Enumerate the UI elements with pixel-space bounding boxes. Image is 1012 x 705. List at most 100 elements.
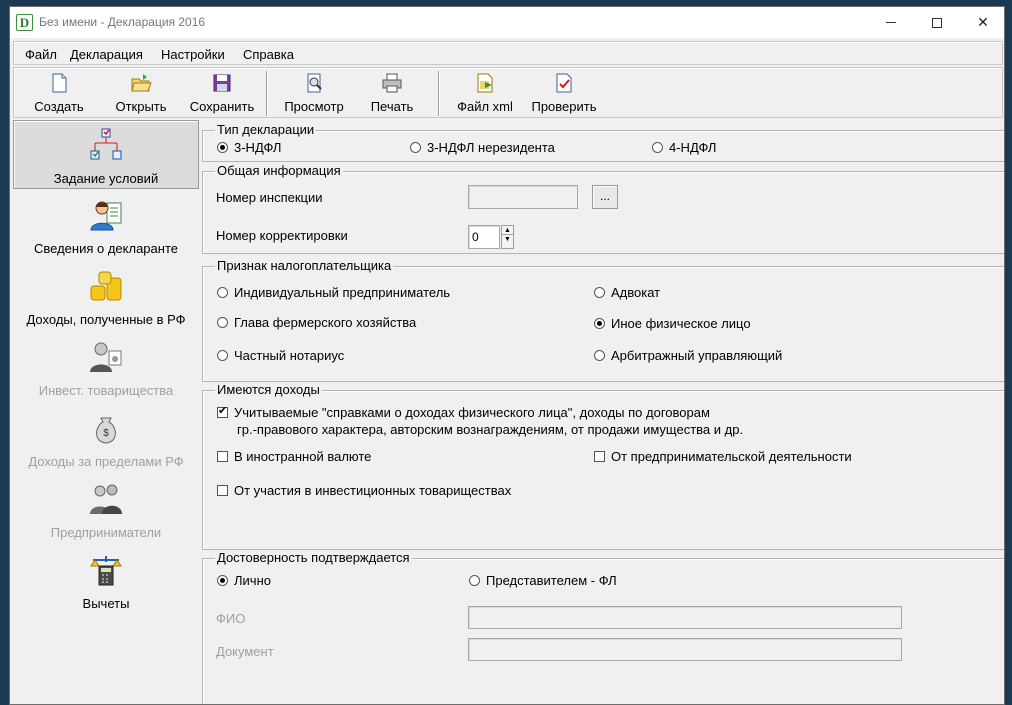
print-label: Печать: [370, 99, 414, 114]
checkbox-foreign-currency[interactable]: В иностранной валюте: [217, 449, 371, 464]
radio-3ndfl-nonresident[interactable]: 3-НДФЛ нерезидента: [410, 140, 555, 155]
toolbar-separator: [438, 71, 440, 116]
sidebar-label: Сведения о декларанте: [34, 241, 178, 256]
xml-file-button[interactable]: Файл xml: [454, 72, 516, 116]
sidebar-label: Доходы, полученные в РФ: [26, 312, 186, 327]
radio-other-person[interactable]: Иное физическое лицо: [594, 316, 751, 331]
coins-icon: [90, 271, 122, 301]
radio-4ndfl[interactable]: 4-НДФЛ: [652, 140, 716, 155]
group-title: Достоверность подтверждается: [215, 550, 412, 565]
menu-file[interactable]: Файл: [25, 47, 57, 62]
close-icon: ✕: [977, 14, 989, 30]
xml-export-icon: [477, 73, 493, 93]
sidebar-label: Инвест. товарищества: [38, 383, 174, 398]
maximize-icon: [932, 17, 942, 28]
window-title: Без имени - Декларация 2016: [39, 15, 206, 29]
app-window: D Без имени - Декларация 2016 ✕ Файл Дек…: [9, 6, 1005, 705]
confirmation-group: Достоверность подтверждается Лично Предс…: [202, 550, 1004, 704]
businessmen-icon: [90, 484, 122, 514]
sidebar-label: Задание условий: [53, 171, 159, 186]
correction-number-label: Номер корректировки: [216, 228, 348, 243]
general-info-group: Общая информация Номер инспекции ... Ном…: [202, 163, 1004, 254]
maximize-button[interactable]: [914, 7, 960, 38]
check-label: Проверить: [531, 99, 597, 114]
printer-icon: [382, 73, 402, 93]
spin-up-icon[interactable]: ▲: [502, 226, 513, 235]
income-certificates-label-line2: гр.-правового характера, авторским возна…: [237, 422, 744, 437]
radio-representative[interactable]: Представителем - ФЛ: [469, 573, 617, 588]
menu-settings[interactable]: Настройки: [161, 47, 225, 62]
declaration-type-group: Тип декларации 3-НДФЛ 3-НДФЛ нерезидента…: [202, 122, 1004, 162]
sidebar-item-declarant[interactable]: Сведения о декларанте: [13, 191, 199, 260]
spin-down-icon[interactable]: ▼: [502, 235, 513, 244]
scales-calculator-icon: [90, 556, 122, 586]
income-group: Имеются доходы Учитываемые "справками о …: [202, 382, 1004, 550]
save-label: Сохранить: [189, 99, 255, 114]
minimize-icon: [886, 22, 896, 23]
partners-icon: [90, 342, 122, 372]
radio-personally[interactable]: Лично: [217, 573, 271, 588]
radio-arbitration-manager[interactable]: Арбитражный управляющий: [594, 348, 782, 363]
check-document-icon: [556, 73, 572, 93]
radio-entrepreneur[interactable]: Индивидуальный предприниматель: [217, 285, 450, 300]
open-folder-icon: [131, 74, 152, 92]
open-button[interactable]: Открыть: [110, 72, 172, 116]
sidebar-label: Предприниматели: [50, 525, 162, 540]
sidebar-item-deductions[interactable]: Вычеты: [13, 546, 199, 615]
radio-notary[interactable]: Частный нотариус: [217, 348, 344, 363]
create-button[interactable]: Создать: [28, 72, 90, 116]
taxpayer-group: Признак налогоплательщика Индивидуальный…: [202, 258, 1004, 382]
sidebar-item-invest[interactable]: Инвест. товарищества: [13, 333, 199, 402]
sidebar: Задание условий Сведения о декларанте До…: [13, 120, 202, 700]
checkbox-investment-partnerships[interactable]: От участия в инвестиционных товарищества…: [217, 483, 511, 498]
inspection-number-label: Номер инспекции: [216, 190, 323, 205]
sidebar-item-income-abroad[interactable]: $ Доходы за пределами РФ: [13, 404, 199, 473]
title-bar: D Без имени - Декларация 2016 ✕: [10, 7, 1004, 38]
group-title: Имеются доходы: [215, 382, 322, 397]
sidebar-label: Вычеты: [82, 596, 130, 611]
group-title: Признак налогоплательщика: [215, 258, 394, 273]
menu-help[interactable]: Справка: [243, 47, 294, 62]
print-button[interactable]: Печать: [364, 72, 420, 116]
xml-label: Файл xml: [457, 99, 513, 114]
flowchart-icon: [90, 128, 122, 160]
sidebar-label: Доходы за пределами РФ: [28, 454, 184, 469]
svg-text:$: $: [103, 428, 109, 439]
check-button[interactable]: Проверить: [528, 72, 600, 116]
money-bag-icon: $: [96, 417, 116, 444]
document-field[interactable]: [468, 638, 902, 661]
radio-3ndfl[interactable]: 3-НДФЛ: [217, 140, 281, 155]
toolbar-separator: [266, 71, 268, 116]
group-title: Тип декларации: [215, 122, 317, 137]
menu-declaration[interactable]: Декларация: [70, 47, 143, 62]
main-content: Тип декларации 3-НДФЛ 3-НДФЛ нерезидента…: [202, 120, 1004, 704]
sidebar-item-conditions[interactable]: Задание условий: [13, 120, 199, 189]
checkbox-business-activity[interactable]: От предпринимательской деятельности: [594, 449, 852, 464]
checkbox-income-certificates[interactable]: Учитываемые "справками о доходах физичес…: [217, 405, 710, 420]
save-button[interactable]: Сохранить: [186, 72, 258, 116]
sidebar-item-income-rf[interactable]: Доходы, полученные в РФ: [13, 262, 199, 331]
create-label: Создать: [34, 99, 84, 114]
radio-lawyer[interactable]: Адвокат: [594, 285, 660, 300]
app-logo-icon: D: [16, 14, 33, 31]
correction-number-stepper[interactable]: ▲ ▼: [501, 225, 514, 249]
minimize-button[interactable]: [868, 7, 914, 38]
document-label: Документ: [216, 644, 274, 659]
menu-bar: Файл Декларация Настройки Справка: [13, 41, 1003, 65]
preview-magnifier-icon: [307, 73, 322, 93]
person-document-icon: [90, 201, 122, 231]
floppy-disk-icon: [213, 74, 231, 92]
inspection-number-field[interactable]: [468, 185, 578, 209]
radio-farm-head[interactable]: Глава фермерского хозяйства: [217, 315, 416, 330]
browse-inspection-button[interactable]: ...: [592, 185, 618, 209]
preview-label: Просмотр: [284, 99, 344, 114]
fio-label: ФИО: [216, 611, 246, 626]
preview-button[interactable]: Просмотр: [280, 72, 348, 116]
new-document-icon: [52, 73, 67, 93]
sidebar-item-entrepreneurs[interactable]: Предприниматели: [13, 475, 199, 544]
correction-number-input[interactable]: 0: [468, 225, 500, 249]
toolbar: Создать Открыть Сохранить Просмотр Печат…: [13, 67, 1003, 118]
group-title: Общая информация: [215, 163, 343, 178]
fio-field[interactable]: [468, 606, 902, 629]
close-button[interactable]: ✕: [960, 7, 1004, 38]
